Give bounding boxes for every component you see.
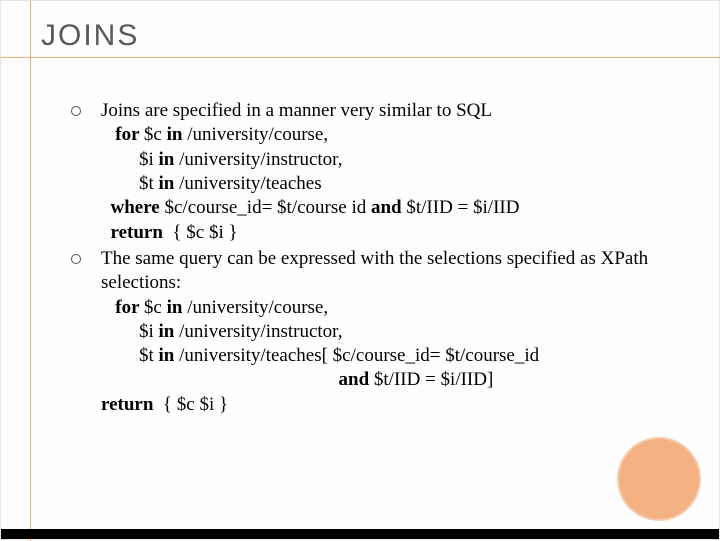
list-item: Joins are specified in a manner very sim… [71,99,669,245]
slide-frame: JOINS Joins are specified in a manner ve… [0,0,720,540]
slide-title: JOINS [41,19,139,53]
slide-content: Joins are specified in a manner very sim… [71,99,669,419]
bottom-bar [1,529,719,539]
code-line: where $c/course_id= $t/course id and $t/… [101,196,669,220]
item-intro: The same query can be expressed with the… [101,247,669,296]
horizontal-rule [1,57,720,58]
list-item: The same query can be expressed with the… [71,247,669,417]
code-line: $i in /university/instructor, [101,148,669,172]
code-line: $i in /university/instructor, [101,320,669,344]
code-line: return { $c $i } [101,221,669,245]
code-line: return { $c $i } [101,393,669,417]
code-line: and $t/IID = $i/IID] [101,368,669,392]
code-line: for $c in /university/course, [101,296,669,320]
vertical-rule [30,1,31,541]
corner-circle-decoration [617,437,701,521]
bullet-icon [71,106,81,116]
bullet-icon [71,254,81,264]
code-line: $t in /university/teaches[ $c/course_id=… [101,344,669,368]
code-line: for $c in /university/course, [101,123,669,147]
item-intro: Joins are specified in a manner very sim… [101,99,669,123]
code-line: $t in /university/teaches [101,172,669,196]
